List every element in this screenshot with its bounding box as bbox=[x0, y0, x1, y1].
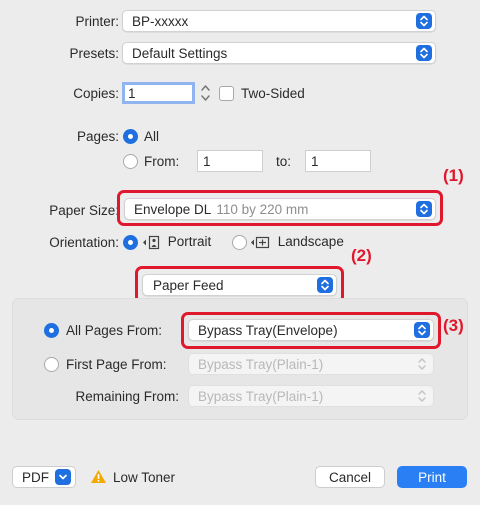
landscape-option: Landscape bbox=[250, 234, 344, 250]
all-pages-from-value: Bypass Tray(Envelope) bbox=[198, 322, 338, 338]
pages-label: Pages: bbox=[76, 129, 119, 144]
paper-size-value: Envelope DL bbox=[134, 201, 212, 217]
chevron-updown-icon bbox=[414, 322, 430, 338]
first-page-from-label: First Page From: bbox=[66, 357, 167, 372]
chevron-updown-icon bbox=[416, 13, 432, 29]
callout-1: (1) bbox=[443, 166, 464, 185]
printer-value: BP-xxxxx bbox=[132, 13, 189, 29]
copies-field[interactable]: 1 bbox=[122, 82, 195, 104]
paper-size-label: Paper Size: bbox=[49, 203, 119, 218]
all-pages-from-radio[interactable] bbox=[44, 323, 59, 338]
cancel-button[interactable]: Cancel bbox=[315, 466, 385, 488]
remaining-from-value: Bypass Tray(Plain-1) bbox=[198, 388, 324, 404]
low-toner-label: Low Toner bbox=[113, 470, 176, 485]
chevron-updown-icon bbox=[416, 201, 432, 217]
presets-popup[interactable]: Default Settings bbox=[122, 42, 436, 64]
pages-to-field[interactable]: 1 bbox=[305, 150, 371, 172]
pages-to-value: 1 bbox=[311, 153, 319, 169]
chevron-down-icon bbox=[55, 469, 71, 485]
pages-from-field[interactable]: 1 bbox=[197, 150, 263, 172]
copies-value: 1 bbox=[128, 85, 136, 101]
copies-label: Copies: bbox=[73, 86, 119, 101]
callout-3: (3) bbox=[443, 316, 464, 335]
orientation-label: Orientation: bbox=[49, 235, 119, 250]
printer-popup[interactable]: BP-xxxxx bbox=[122, 10, 436, 32]
portrait-label: Portrait bbox=[167, 234, 212, 249]
pages-all-radio[interactable] bbox=[123, 129, 138, 144]
paper-size-detail: 110 by 220 mm bbox=[216, 201, 309, 217]
section-popup-value: Paper Feed bbox=[153, 277, 224, 293]
remaining-from-label: Remaining From: bbox=[75, 389, 179, 404]
pages-from-radio[interactable] bbox=[123, 154, 138, 169]
print-label: Print bbox=[418, 469, 446, 485]
landscape-radio[interactable] bbox=[232, 235, 247, 250]
chevron-updown-icon bbox=[418, 390, 426, 402]
landscape-icon bbox=[251, 236, 270, 249]
chevron-updown-icon bbox=[416, 45, 432, 61]
callout-2: (2) bbox=[351, 246, 372, 265]
remaining-from-popup[interactable]: Bypass Tray(Plain-1) bbox=[188, 385, 434, 407]
portrait-option: Portrait bbox=[142, 234, 211, 250]
cancel-label: Cancel bbox=[328, 469, 372, 485]
pages-from-label: From: bbox=[144, 154, 180, 169]
portrait-icon bbox=[143, 235, 160, 250]
section-popup[interactable]: Paper Feed bbox=[142, 274, 337, 296]
pdf-label: PDF bbox=[22, 469, 49, 485]
print-button[interactable]: Print bbox=[397, 466, 467, 488]
chevron-updown-icon bbox=[418, 358, 426, 370]
landscape-label: Landscape bbox=[277, 234, 344, 249]
first-page-from-popup[interactable]: Bypass Tray(Plain-1) bbox=[188, 353, 434, 375]
portrait-radio[interactable] bbox=[123, 235, 138, 250]
printer-label: Printer: bbox=[75, 14, 119, 29]
two-sided-checkbox[interactable] bbox=[219, 86, 234, 101]
pages-from-value: 1 bbox=[203, 153, 211, 169]
presets-value: Default Settings bbox=[132, 45, 228, 61]
first-page-from-value: Bypass Tray(Plain-1) bbox=[198, 356, 324, 372]
chevron-updown-icon bbox=[317, 277, 333, 293]
all-pages-from-popup[interactable]: Bypass Tray(Envelope) bbox=[188, 319, 434, 341]
paper-size-popup[interactable]: Envelope DL 110 by 220 mm bbox=[124, 198, 436, 220]
pages-to-label: to: bbox=[276, 154, 292, 169]
two-sided-label: Two-Sided bbox=[241, 86, 305, 101]
warning-icon bbox=[91, 470, 106, 483]
stepper-arrows-icon bbox=[201, 85, 210, 101]
pages-all-label: All bbox=[144, 129, 160, 144]
copies-stepper[interactable] bbox=[199, 82, 212, 104]
all-pages-from-label: All Pages From: bbox=[66, 323, 163, 338]
presets-label: Presets: bbox=[69, 46, 119, 61]
first-page-from-radio[interactable] bbox=[44, 357, 59, 372]
pdf-button[interactable]: PDF bbox=[12, 466, 76, 488]
